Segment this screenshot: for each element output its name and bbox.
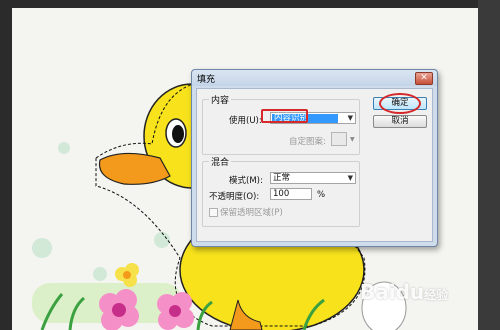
pink-flower-left: [99, 289, 139, 330]
watermark-paw-glyph: du: [395, 280, 425, 304]
chevron-down-icon: ▼: [347, 174, 353, 182]
watermark-suffix: 经验: [424, 288, 449, 302]
watermark-brand: Bai: [360, 280, 396, 304]
preserve-transparency-checkbox[interactable]: [209, 208, 218, 217]
annotation-box: [261, 109, 308, 123]
custom-pattern-label: 自定图案:: [289, 137, 326, 147]
mode-label: 模式(M):: [229, 176, 263, 186]
blend-group: 混合 模式(M): 正常 ▼ 不透明度(O): 100 % 保留透明区域(P): [202, 155, 360, 227]
cancel-button[interactable]: 取消: [373, 115, 427, 128]
dialog-title: 填充: [197, 75, 216, 85]
fill-dialog: 填充 ✕ 内容 使用(U): 内容识别 ▼ 自定图案: ▼ 混合 模式(M): …: [191, 69, 438, 247]
use-label: 使用(U):: [229, 116, 262, 126]
custom-pattern-swatch[interactable]: [331, 132, 347, 146]
pink-flower-right: [157, 292, 194, 330]
chevron-down-icon: ▼: [347, 114, 353, 122]
dialog-titlebar[interactable]: 填充 ✕: [192, 70, 437, 86]
dialog-body: 内容 使用(U): 内容识别 ▼ 自定图案: ▼ 混合 模式(M): 正常 ▼ …: [196, 88, 433, 242]
content-group: 内容 使用(U): 内容识别 ▼ 自定图案: ▼: [202, 93, 360, 155]
mode-select[interactable]: 正常 ▼: [270, 172, 356, 184]
content-group-legend: 内容: [209, 93, 232, 106]
opacity-unit: %: [317, 190, 326, 200]
watermark-logo: Baidu经验: [360, 280, 448, 304]
pattern-chevron-icon[interactable]: ▼: [350, 136, 355, 143]
annotation-oval: [379, 93, 421, 114]
mode-select-value: 正常: [273, 173, 291, 183]
close-button[interactable]: ✕: [415, 72, 433, 85]
opacity-label: 不透明度(O):: [209, 192, 260, 202]
opacity-input[interactable]: 100: [270, 188, 312, 200]
workspace-edge: [478, 0, 500, 330]
blend-group-legend: 混合: [209, 155, 232, 168]
preserve-transparency-label: 保留透明区域(P): [220, 208, 283, 218]
